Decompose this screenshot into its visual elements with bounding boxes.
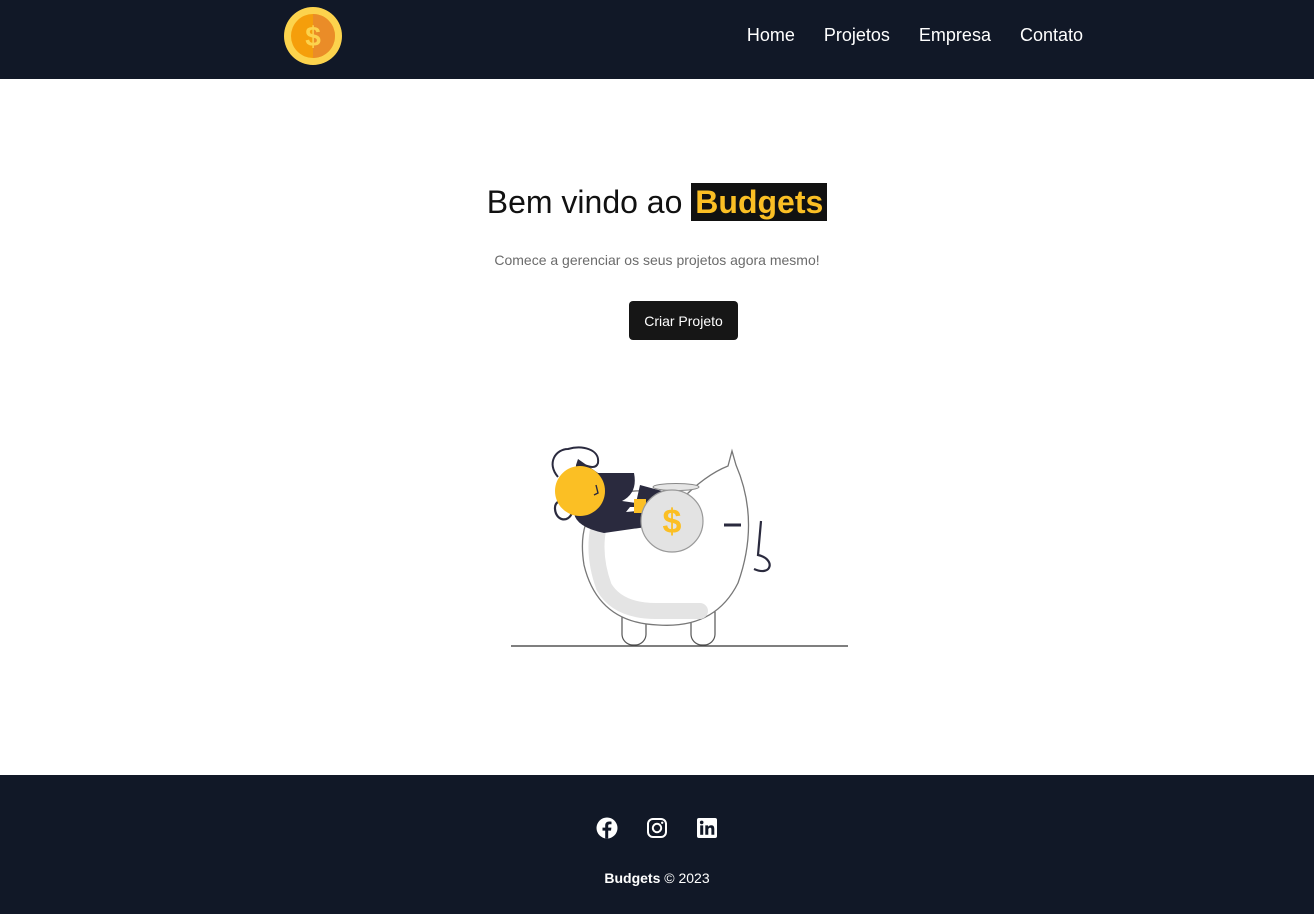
linkedin-icon (697, 818, 717, 838)
svg-text:$: $ (305, 21, 321, 52)
create-project-button[interactable]: Criar Projeto (629, 301, 738, 340)
facebook-icon (596, 817, 618, 839)
footer-brand: Budgets (604, 870, 661, 886)
hero-subtitle: Comece a gerenciar os seus projetos agor… (494, 252, 820, 268)
instagram-link[interactable] (646, 817, 668, 839)
linkedin-link[interactable] (696, 817, 718, 839)
social-links (0, 817, 1314, 839)
facebook-link[interactable] (596, 817, 618, 839)
navbar: $ Home Projetos Empresa Contato (0, 0, 1314, 79)
brand-highlight: Budgets (691, 183, 828, 221)
nav-menu: Home Projetos Empresa Contato (718, 24, 1083, 46)
piggy-bank-savings-illustration: $ (511, 446, 848, 647)
copyright-year: © 2023 (664, 870, 710, 886)
page-title: Bem vindo ao Budgets (0, 179, 1314, 226)
title-prefix: Bem vindo ao (486, 184, 683, 220)
dollar-coin-icon: $ (284, 7, 342, 65)
nav-contato-link[interactable]: Contato (1020, 25, 1083, 45)
home-hero: Bem vindo ao Budgets Comece a gerenciar … (0, 79, 1314, 775)
logo-link[interactable]: $ (283, 6, 343, 66)
copyright: Budgets © 2023 (0, 870, 1314, 886)
nav-projetos-link[interactable]: Projetos (824, 25, 890, 45)
nav-home-link[interactable]: Home (747, 25, 795, 45)
instagram-icon (647, 818, 667, 838)
svg-text:$: $ (663, 503, 682, 541)
footer: Budgets © 2023 (0, 775, 1314, 914)
nav-empresa-link[interactable]: Empresa (919, 25, 991, 45)
